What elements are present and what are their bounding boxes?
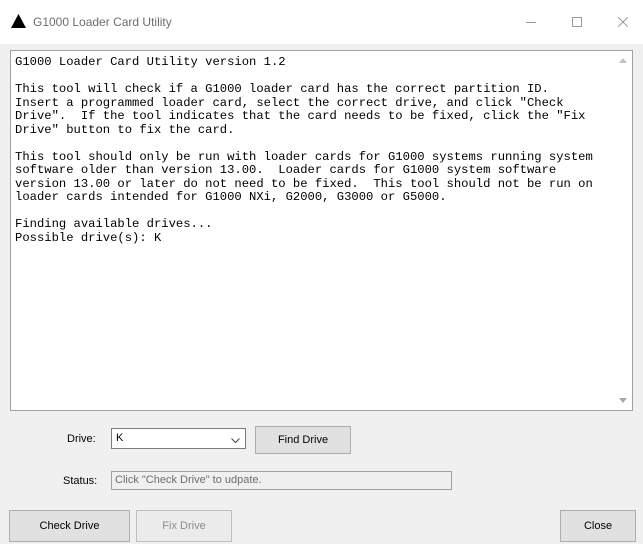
output-log-text: G1000 Loader Card Utility version 1.2 Th… bbox=[15, 55, 593, 245]
scroll-down-icon[interactable] bbox=[619, 398, 627, 403]
drive-select[interactable]: K bbox=[111, 428, 246, 449]
close-window-button[interactable] bbox=[600, 0, 643, 44]
output-log[interactable]: G1000 Loader Card Utility version 1.2 Th… bbox=[10, 50, 633, 411]
scroll-up-icon[interactable] bbox=[619, 58, 627, 63]
check-drive-button[interactable]: Check Drive bbox=[9, 510, 130, 542]
drive-select-value: K bbox=[116, 432, 124, 444]
status-text: Click "Check Drive" to udpate. bbox=[115, 474, 262, 486]
status-field: Click "Check Drive" to udpate. bbox=[111, 471, 452, 490]
chevron-down-icon[interactable] bbox=[231, 434, 240, 448]
vertical-scrollbar[interactable] bbox=[615, 51, 632, 410]
minimize-button[interactable] bbox=[508, 0, 554, 44]
window-title: G1000 Loader Card Utility bbox=[33, 15, 172, 29]
status-label: Status: bbox=[63, 475, 98, 487]
find-drive-button[interactable]: Find Drive bbox=[255, 426, 351, 454]
title-bar[interactable]: G1000 Loader Card Utility bbox=[0, 0, 643, 45]
drive-label: Drive: bbox=[67, 433, 96, 445]
close-button[interactable]: Close bbox=[560, 510, 636, 542]
maximize-icon bbox=[572, 17, 582, 27]
close-icon bbox=[618, 17, 628, 27]
minimize-icon bbox=[526, 22, 536, 23]
maximize-button[interactable] bbox=[554, 0, 600, 44]
black-triangle-icon bbox=[11, 14, 26, 28]
fix-drive-button[interactable]: Fix Drive bbox=[136, 510, 232, 542]
